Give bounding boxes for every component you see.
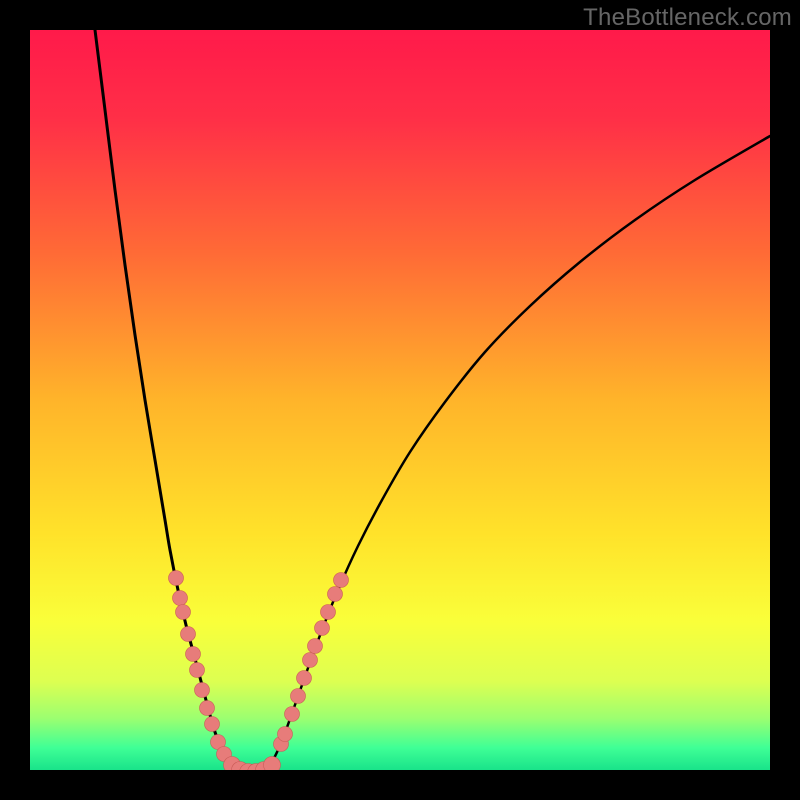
data-dot bbox=[291, 689, 306, 704]
data-dot bbox=[205, 717, 220, 732]
data-dot bbox=[278, 727, 293, 742]
data-dot bbox=[181, 627, 196, 642]
data-dot bbox=[200, 701, 215, 716]
data-dot bbox=[303, 653, 318, 668]
data-dot bbox=[169, 571, 184, 586]
bottleneck-chart bbox=[30, 30, 770, 770]
watermark-text: TheBottleneck.com bbox=[583, 4, 792, 32]
data-dot bbox=[315, 621, 330, 636]
data-dot bbox=[297, 671, 312, 686]
data-dot bbox=[176, 605, 191, 620]
data-dot bbox=[190, 663, 205, 678]
data-dot bbox=[186, 647, 201, 662]
data-dot bbox=[328, 587, 343, 602]
data-dot bbox=[195, 683, 210, 698]
data-dot bbox=[321, 605, 336, 620]
data-dot bbox=[285, 707, 300, 722]
data-dot bbox=[173, 591, 188, 606]
gradient-background bbox=[30, 30, 770, 770]
data-dot bbox=[334, 573, 349, 588]
data-dot bbox=[308, 639, 323, 654]
plot-frame bbox=[30, 30, 770, 770]
data-dot bbox=[264, 757, 281, 771]
